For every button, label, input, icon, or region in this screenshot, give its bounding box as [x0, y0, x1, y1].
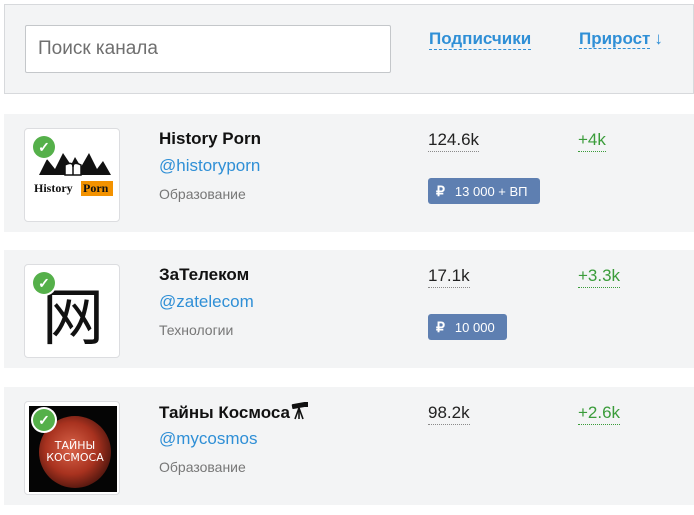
- channel-handle-link[interactable]: @mycosmos: [159, 429, 258, 449]
- verified-check-icon: ✓: [33, 272, 55, 294]
- growth-column-label: Прирост: [579, 29, 651, 49]
- channel-avatar[interactable]: ✓ ТАЙНЫ КОСМОСА: [24, 401, 120, 495]
- channel-category: Образование: [159, 186, 246, 202]
- channel-card[interactable]: ✓ History Porn History Porn @historyporn…: [4, 114, 694, 232]
- ruble-icon: ₽: [436, 183, 445, 199]
- channel-name[interactable]: History Porn: [159, 129, 261, 149]
- ruble-icon: ₽: [436, 319, 445, 335]
- channel-category: Технологии: [159, 322, 234, 338]
- price-badge[interactable]: ₽10 000: [428, 314, 507, 340]
- logo-glyph: 网: [42, 281, 104, 354]
- logo-word-history: History: [34, 181, 73, 195]
- sort-down-arrow-icon: ↓: [654, 29, 663, 48]
- logo-word-porn: Porn: [83, 181, 109, 195]
- channel-list-header: Подписчики Прирост↓: [4, 4, 694, 94]
- channel-name[interactable]: Тайны Космоса: [159, 402, 309, 423]
- subscribers-column-header[interactable]: Подписчики: [429, 29, 532, 50]
- growth-column-header[interactable]: Прирост ↓: [579, 29, 663, 49]
- channel-name[interactable]: ЗаТелеком: [159, 265, 249, 285]
- channel-card[interactable]: ✓ 网 ЗаТелеком @zatelecom Технологии 17.1…: [4, 250, 694, 368]
- channel-card[interactable]: ✓ ТАЙНЫ КОСМОСА Тайны Космоса @mycosmos …: [4, 387, 694, 505]
- channel-category: Образование: [159, 459, 246, 475]
- channel-name-text: Тайны Космоса: [159, 403, 290, 422]
- price-badge[interactable]: ₽13 000 + ВП: [428, 178, 540, 204]
- channel-handle-link[interactable]: @historyporn: [159, 156, 260, 176]
- verified-check-icon: ✓: [33, 136, 55, 158]
- logo-line-2: КОСМОСА: [46, 451, 104, 464]
- channel-handle-link[interactable]: @zatelecom: [159, 292, 254, 312]
- channel-avatar[interactable]: ✓ History Porn: [24, 128, 120, 222]
- growth-value: +2.6k: [578, 403, 621, 425]
- subscribers-count: 124.6k: [428, 130, 480, 152]
- subscribers-count: 98.2k: [428, 403, 470, 425]
- price-value: 13 000 + ВП: [454, 184, 528, 199]
- growth-value: +3.3k: [578, 266, 621, 288]
- channel-avatar[interactable]: ✓ 网: [24, 264, 120, 358]
- subscribers-count: 17.1k: [428, 266, 470, 288]
- channel-search-input[interactable]: [25, 25, 391, 73]
- verified-check-icon: ✓: [33, 409, 55, 431]
- telescope-icon: [291, 402, 308, 420]
- price-value: 10 000: [454, 320, 495, 335]
- growth-value: +4k: [578, 130, 606, 152]
